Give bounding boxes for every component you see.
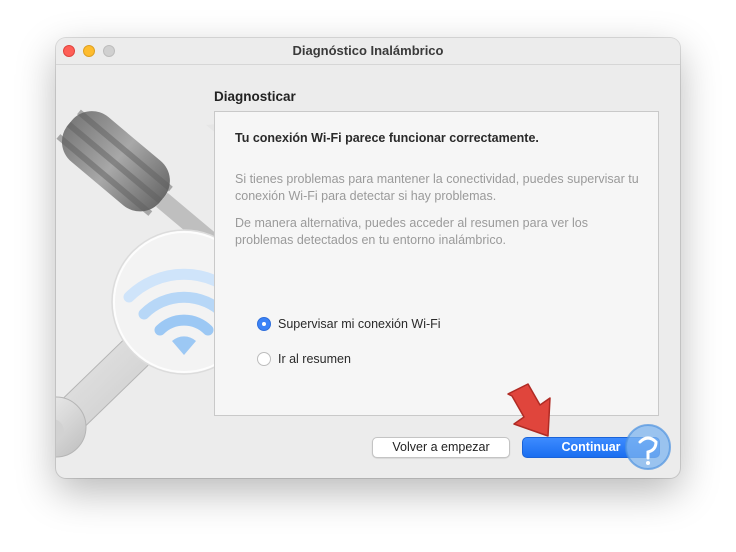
continue-button[interactable]: Continuar	[522, 437, 660, 458]
wireless-diagnostics-window: Diagnóstico Inalámbrico Diagnosticar Tu …	[56, 38, 680, 478]
option-go-to-summary[interactable]: Ir al resumen	[257, 352, 351, 366]
summary-description: De manera alternativa, puedes acceder al…	[235, 216, 588, 247]
monitor-description: Si tienes problemas para mantener la con…	[235, 172, 639, 203]
status-message: Tu conexión Wi-Fi parece funcionar corre…	[235, 131, 539, 145]
start-over-button[interactable]: Volver a empezar	[372, 437, 510, 458]
window-title: Diagnóstico Inalámbrico	[292, 43, 444, 58]
section-heading: Diagnosticar	[214, 89, 296, 104]
option-label[interactable]: Supervisar mi conexión Wi-Fi	[278, 317, 441, 331]
option-monitor-wifi[interactable]: Supervisar mi conexión Wi-Fi	[257, 317, 441, 331]
title-bar[interactable]: Diagnóstico Inalámbrico	[56, 38, 680, 65]
radio-unselected-icon[interactable]	[257, 352, 271, 366]
radio-selected-icon[interactable]	[257, 317, 271, 331]
diagnose-panel: Tu conexión Wi-Fi parece funcionar corre…	[214, 111, 659, 416]
option-label[interactable]: Ir al resumen	[278, 352, 351, 366]
